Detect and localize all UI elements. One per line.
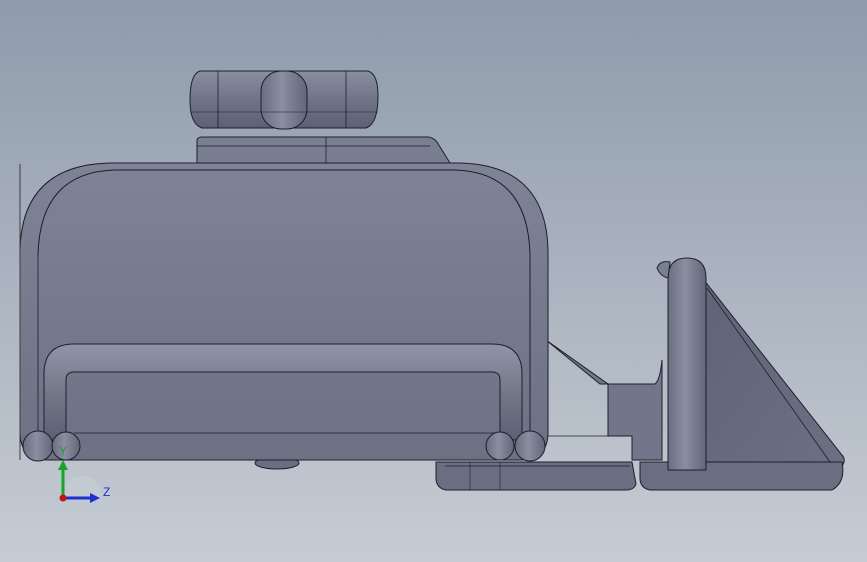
connector-arm	[545, 339, 663, 461]
y-axis-label: Y	[59, 444, 67, 458]
main-housing	[19, 162, 549, 461]
z-axis-label: Z	[103, 485, 110, 499]
triangle-support	[699, 273, 845, 471]
right-boss	[514, 430, 546, 462]
model-part[interactable]	[0, 0, 867, 562]
clip-lip	[656, 261, 671, 279]
origin-dot	[59, 494, 67, 502]
clip-post	[667, 257, 707, 471]
part-outline	[19, 70, 845, 491]
right-boss-inner	[485, 431, 515, 461]
triad-origin-shadow	[63, 476, 102, 498]
y-axis-arrow	[58, 460, 68, 470]
coordinate-triad: Y Z	[58, 444, 110, 503]
knob-neck	[196, 136, 451, 164]
graphics-viewport[interactable]: Y Z	[0, 0, 867, 562]
knob-ridge	[260, 70, 308, 130]
